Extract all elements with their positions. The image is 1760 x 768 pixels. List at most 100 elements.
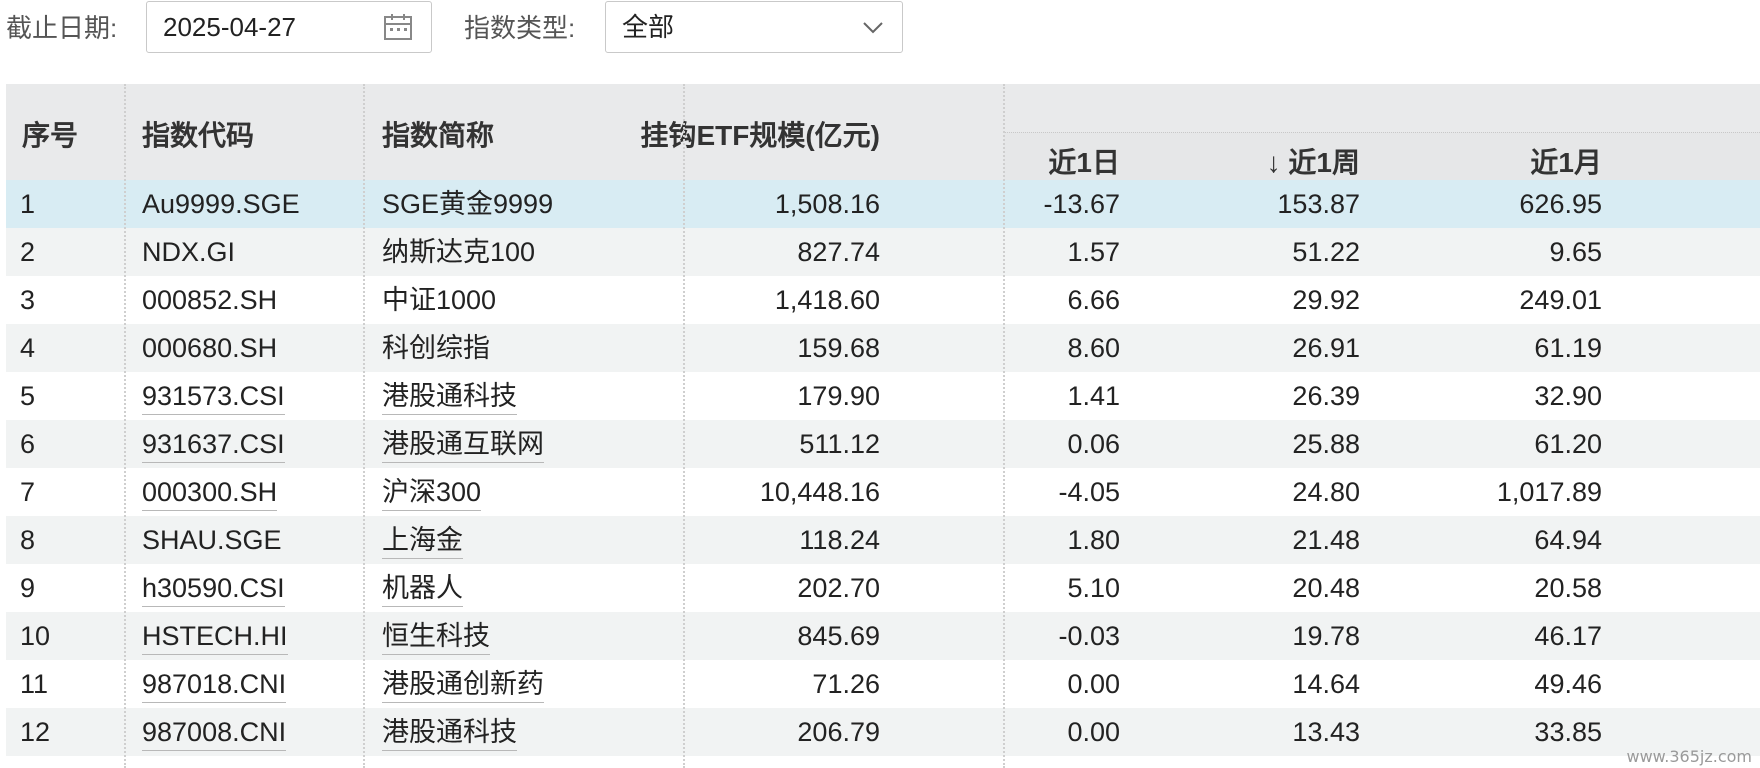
cell-change-1d: 8.60 (1067, 333, 1120, 363)
cell-index-name[interactable]: 港股通科技 (382, 708, 517, 756)
cell-index-name-link[interactable]: 港股通互联网 (382, 426, 544, 463)
table-row[interactable]: 6 931637.CSI 港股通互联网 511.12 0.06 25.88 61.20 (6, 420, 1760, 468)
cell-index-name-link[interactable]: 上海金 (382, 522, 463, 559)
header-1m[interactable]: 近1月 (1530, 141, 1602, 181)
cell-etf-size: 10,448.16 (759, 477, 880, 507)
cell-index-name-link[interactable]: 港股通创新药 (382, 666, 544, 703)
cell-change-1d: -0.03 (1058, 621, 1120, 651)
table-row[interactable]: 10 HSTECH.HI 恒生科技 845.69 -0.03 19.78 46.17 (6, 612, 1760, 660)
cell-change-1w: 26.39 (1292, 381, 1360, 411)
calendar-icon[interactable] (383, 13, 413, 41)
header-name[interactable]: 指数简称 (382, 114, 494, 154)
cell-index-code: NDX.GI (142, 237, 236, 267)
header-1w-sorted[interactable]: ↓ 近1周 (1267, 141, 1360, 181)
cell-change-1m: 49.46 (1534, 669, 1602, 699)
cell-index-code: SHAU.SGE (142, 525, 282, 555)
cell-change-1d: 5.10 (1067, 573, 1120, 603)
cell-change-1w: 29.92 (1292, 285, 1360, 315)
cell-index-code[interactable]: 931637.CSI (142, 420, 285, 468)
header-seq[interactable]: 序号 (22, 114, 78, 154)
cell-change-1d: 0.00 (1067, 717, 1120, 747)
cell-index-code-link[interactable]: 931573.CSI (142, 378, 285, 415)
type-value[interactable]: 全部 (622, 2, 674, 52)
cell-etf-size: 845.69 (797, 621, 880, 651)
cell-seq: 8 (20, 525, 36, 555)
cell-index-code[interactable]: 987008.CNI (142, 708, 287, 756)
index-table: 序号 指数代码 指数简称 挂钩ETF规模(亿元) 近1日 ↓ 近1周 近1月 1… (6, 84, 1760, 756)
cell-etf-size: 827.74 (797, 237, 880, 267)
cell-index-code-link[interactable]: 000300.SH (142, 474, 278, 511)
cell-change-1w: 14.64 (1292, 669, 1360, 699)
cell-index-name[interactable]: 沪深300 (382, 468, 482, 516)
date-value[interactable]: 2025-04-27 (163, 2, 296, 52)
header-1d[interactable]: 近1日 (1048, 141, 1120, 181)
cell-index-code[interactable]: 987018.CNI (142, 660, 287, 708)
cell-index-code-link[interactable]: h30590.CSI (142, 570, 285, 607)
table-row[interactable]: 8 SHAU.SGE 上海金 118.24 1.80 21.48 64.94 (6, 516, 1760, 564)
cell-etf-size: 118.24 (799, 525, 880, 555)
cell-etf-size: 159.68 (797, 333, 880, 363)
cell-index-code-link[interactable]: 931637.CSI (142, 426, 285, 463)
cell-seq: 11 (20, 669, 49, 699)
table-row[interactable]: 5 931573.CSI 港股通科技 179.90 1.41 26.39 32.90 (6, 372, 1760, 420)
cell-index-name[interactable]: 港股通科技 (382, 372, 517, 420)
cell-seq: 7 (20, 477, 36, 507)
date-picker[interactable]: 2025-04-27 (146, 1, 432, 53)
cell-change-1m: 20.58 (1534, 573, 1602, 603)
index-type-select[interactable]: 全部 (605, 1, 903, 53)
cell-index-name-link[interactable]: 机器人 (382, 570, 463, 607)
cell-index-name: SGE黄金9999 (382, 189, 554, 219)
cell-index-name[interactable]: 港股通创新药 (382, 660, 544, 708)
table-row[interactable]: 12 987008.CNI 港股通科技 206.79 0.00 13.43 33.85 (6, 708, 1760, 756)
cell-change-1w: 26.91 (1292, 333, 1360, 363)
cell-etf-size: 206.79 (797, 717, 880, 747)
cell-change-1d: 6.66 (1067, 285, 1120, 315)
header-code[interactable]: 指数代码 (142, 114, 254, 154)
cell-index-name[interactable]: 上海金 (382, 516, 463, 564)
watermark: www.365jz.com (1626, 747, 1752, 766)
cell-change-1m: 1,017.89 (1496, 477, 1602, 507)
cell-index-name[interactable]: 港股通互联网 (382, 420, 544, 468)
cell-index-name[interactable]: 机器人 (382, 564, 463, 612)
cell-seq: 6 (20, 429, 36, 459)
chevron-down-icon[interactable] (862, 19, 884, 35)
cell-change-1m: 64.94 (1534, 525, 1602, 555)
cell-seq: 9 (20, 573, 36, 603)
cell-index-name[interactable]: 恒生科技 (382, 612, 490, 660)
table-row[interactable]: 9 h30590.CSI 机器人 202.70 5.10 20.48 20.58 (6, 564, 1760, 612)
header-etf-size[interactable]: 挂钩ETF规模(亿元) (640, 114, 880, 154)
column-divider (1003, 84, 1005, 768)
cell-index-code: 000852.SH (142, 285, 278, 315)
cell-index-name: 科创综指 (382, 333, 490, 363)
cell-change-1d: 0.06 (1067, 429, 1120, 459)
cell-seq: 12 (20, 717, 51, 747)
cell-index-code[interactable]: HSTECH.HI (142, 612, 288, 660)
cell-change-1d: 1.80 (1067, 525, 1120, 555)
cell-change-1m: 249.01 (1519, 285, 1602, 315)
table-row[interactable]: 4 000680.SH 科创综指 159.68 8.60 26.91 61.19 (6, 324, 1760, 372)
table-row[interactable]: 2 NDX.GI 纳斯达克100 827.74 1.57 51.22 9.65 (6, 228, 1760, 276)
table-row[interactable]: 1 Au9999.SGE SGE黄金9999 1,508.16 -13.67 153.87… (6, 180, 1760, 228)
cell-index-code-link[interactable]: 987018.CNI (142, 666, 287, 703)
cell-index-code[interactable]: 931573.CSI (142, 372, 285, 420)
table-row[interactable]: 3 000852.SH 中证1000 1,418.60 6.66 29.92 249.01 (6, 276, 1760, 324)
table-body: 1 Au9999.SGE SGE黄金9999 1,508.16 -13.67 153.87… (6, 180, 1760, 756)
cell-etf-size: 202.70 (797, 573, 880, 603)
cell-change-1w: 24.80 (1292, 477, 1360, 507)
cell-index-name-link[interactable]: 沪深300 (382, 474, 482, 511)
cell-index-name-link[interactable]: 港股通科技 (382, 378, 517, 415)
cell-change-1m: 61.20 (1534, 429, 1602, 459)
table-row[interactable]: 11 987018.CNI 港股通创新药 71.26 0.00 14.64 49.46 (6, 660, 1760, 708)
cell-index-code-link[interactable]: HSTECH.HI (142, 618, 288, 655)
cell-index-name: 纳斯达克100 (382, 237, 536, 267)
table-row[interactable]: 7 000300.SH 沪深300 10,448.16 -4.05 24.80 1,017.… (6, 468, 1760, 516)
cell-index-code[interactable]: 000300.SH (142, 468, 278, 516)
cell-index-code-link[interactable]: 987008.CNI (142, 714, 287, 751)
cell-change-1m: 61.19 (1534, 333, 1602, 363)
cell-index-name-link[interactable]: 港股通科技 (382, 714, 517, 751)
cell-index-name-link[interactable]: 恒生科技 (382, 618, 490, 655)
cell-change-1m: 32.90 (1534, 381, 1602, 411)
cell-seq: 4 (20, 333, 36, 363)
cell-change-1m: 46.17 (1534, 621, 1602, 651)
cell-index-code[interactable]: h30590.CSI (142, 564, 285, 612)
